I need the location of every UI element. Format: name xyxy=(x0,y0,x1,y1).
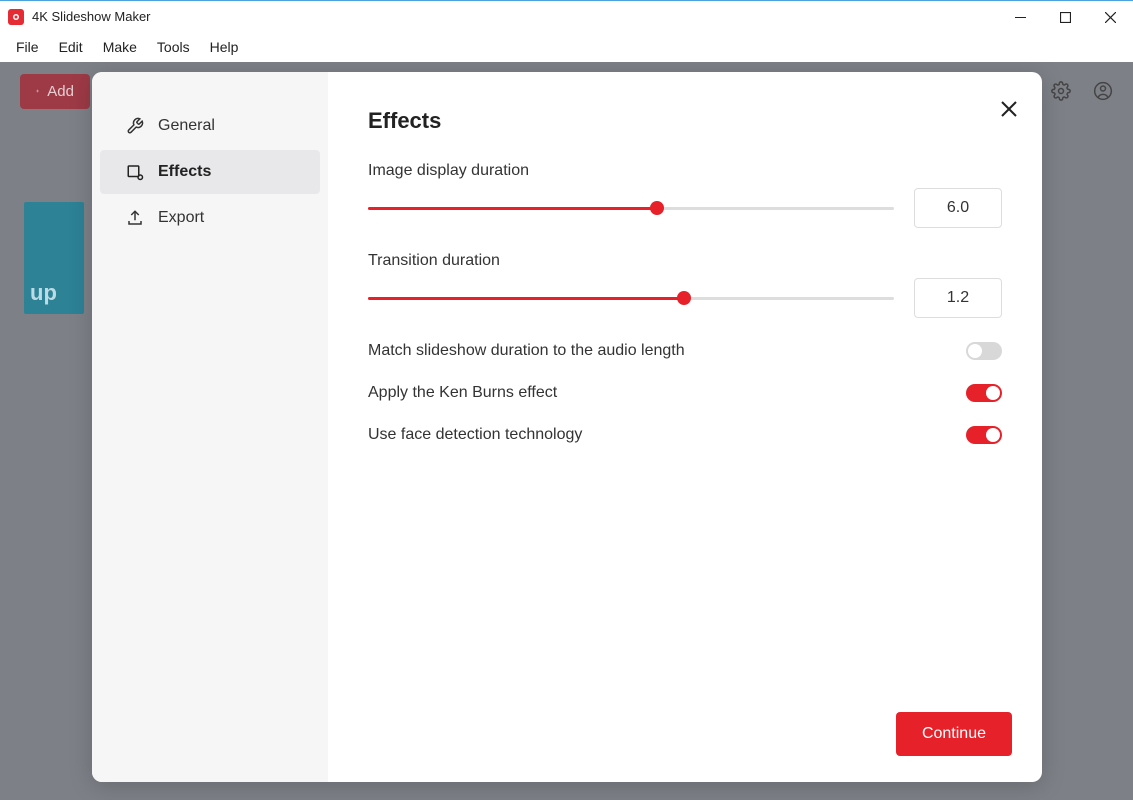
settings-sidebar: General Effects Export xyxy=(92,72,328,782)
ken-burns-row: Apply the Ken Burns effect xyxy=(368,384,1002,402)
sidebar-item-label: Effects xyxy=(158,163,211,181)
add-button[interactable]: Add xyxy=(20,74,90,109)
match-audio-toggle[interactable] xyxy=(966,342,1002,360)
slider-thumb[interactable] xyxy=(650,201,664,215)
menu-file[interactable]: File xyxy=(6,35,49,59)
gear-icon[interactable] xyxy=(1051,81,1071,101)
sidebar-item-label: Export xyxy=(158,209,204,227)
app-title: 4K Slideshow Maker xyxy=(32,9,151,24)
menu-edit[interactable]: Edit xyxy=(49,35,93,59)
sidebar-item-label: General xyxy=(158,117,215,135)
sidebar-item-export[interactable]: Export xyxy=(100,196,320,240)
sidebar-item-general[interactable]: General xyxy=(100,104,320,148)
face-detection-row: Use face detection technology xyxy=(368,426,1002,444)
image-duration-value[interactable]: 6.0 xyxy=(914,188,1002,228)
wrench-icon xyxy=(126,117,144,135)
window-controls xyxy=(998,1,1133,33)
settings-panel: Effects Image display duration 6.0 Trans… xyxy=(328,72,1042,782)
face-detection-toggle[interactable] xyxy=(966,426,1002,444)
ken-burns-label: Apply the Ken Burns effect xyxy=(368,384,557,402)
face-detection-label: Use face detection technology xyxy=(368,426,582,444)
slider-thumb[interactable] xyxy=(677,291,691,305)
plus-icon xyxy=(36,84,39,98)
app-icon xyxy=(8,9,24,25)
effects-icon xyxy=(126,163,144,181)
add-button-label: Add xyxy=(47,83,74,100)
close-window-button[interactable] xyxy=(1088,1,1133,33)
menu-make[interactable]: Make xyxy=(93,35,147,59)
minimize-button[interactable] xyxy=(998,1,1043,33)
image-duration-slider[interactable] xyxy=(368,201,894,215)
image-duration-setting: Image display duration 6.0 xyxy=(368,162,1002,228)
image-duration-label: Image display duration xyxy=(368,162,1002,180)
settings-dialog: General Effects Export Effects Image dis… xyxy=(92,72,1042,782)
match-audio-row: Match slideshow duration to the audio le… xyxy=(368,342,1002,360)
continue-button[interactable]: Continue xyxy=(896,712,1012,756)
transition-duration-value[interactable]: 1.2 xyxy=(914,278,1002,318)
main-area: Add up General Effects Export xyxy=(0,62,1133,800)
maximize-button[interactable] xyxy=(1043,1,1088,33)
user-icon[interactable] xyxy=(1093,81,1113,101)
close-dialog-button[interactable] xyxy=(1000,100,1018,118)
menu-tools[interactable]: Tools xyxy=(147,35,200,59)
menu-help[interactable]: Help xyxy=(200,35,249,59)
match-audio-label: Match slideshow duration to the audio le… xyxy=(368,342,685,360)
title-bar: 4K Slideshow Maker xyxy=(0,0,1133,32)
transition-duration-setting: Transition duration 1.2 xyxy=(368,252,1002,318)
transition-duration-slider[interactable] xyxy=(368,291,894,305)
transition-duration-label: Transition duration xyxy=(368,252,1002,270)
menu-bar: File Edit Make Tools Help xyxy=(0,32,1133,62)
sidebar-item-effects[interactable]: Effects xyxy=(100,150,320,194)
ken-burns-toggle[interactable] xyxy=(966,384,1002,402)
thumbnail-text: up xyxy=(30,280,57,306)
panel-title: Effects xyxy=(368,108,1002,134)
export-icon xyxy=(126,209,144,227)
slide-thumbnail[interactable]: up xyxy=(24,202,84,314)
